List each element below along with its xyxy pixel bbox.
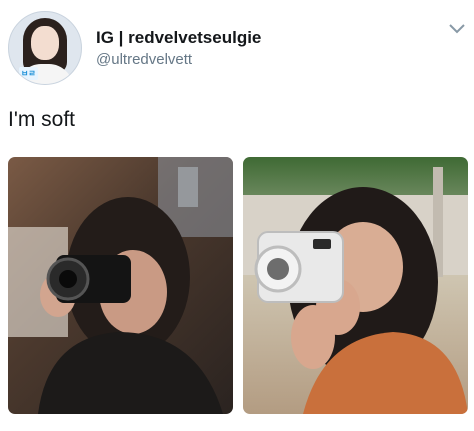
user-info: IG | redvelvetseulgie @ultredvelvett: [96, 28, 261, 69]
tweet-image-left[interactable]: [8, 157, 233, 414]
avatar[interactable]: ㅂㄹ: [8, 11, 82, 85]
chevron-down-icon[interactable]: [448, 23, 466, 35]
tweet-image-right[interactable]: [243, 157, 468, 414]
display-name[interactable]: IG | redvelvetseulgie: [96, 28, 261, 48]
user-handle[interactable]: @ultredvelvett: [96, 50, 261, 69]
tweet-text: I'm soft: [8, 108, 76, 131]
tweet-card: ㅂㄹ IG | redvelvetseulgie @ultredvelvett …: [0, 0, 474, 431]
avatar-logo: ㅂㄹ: [19, 67, 38, 80]
